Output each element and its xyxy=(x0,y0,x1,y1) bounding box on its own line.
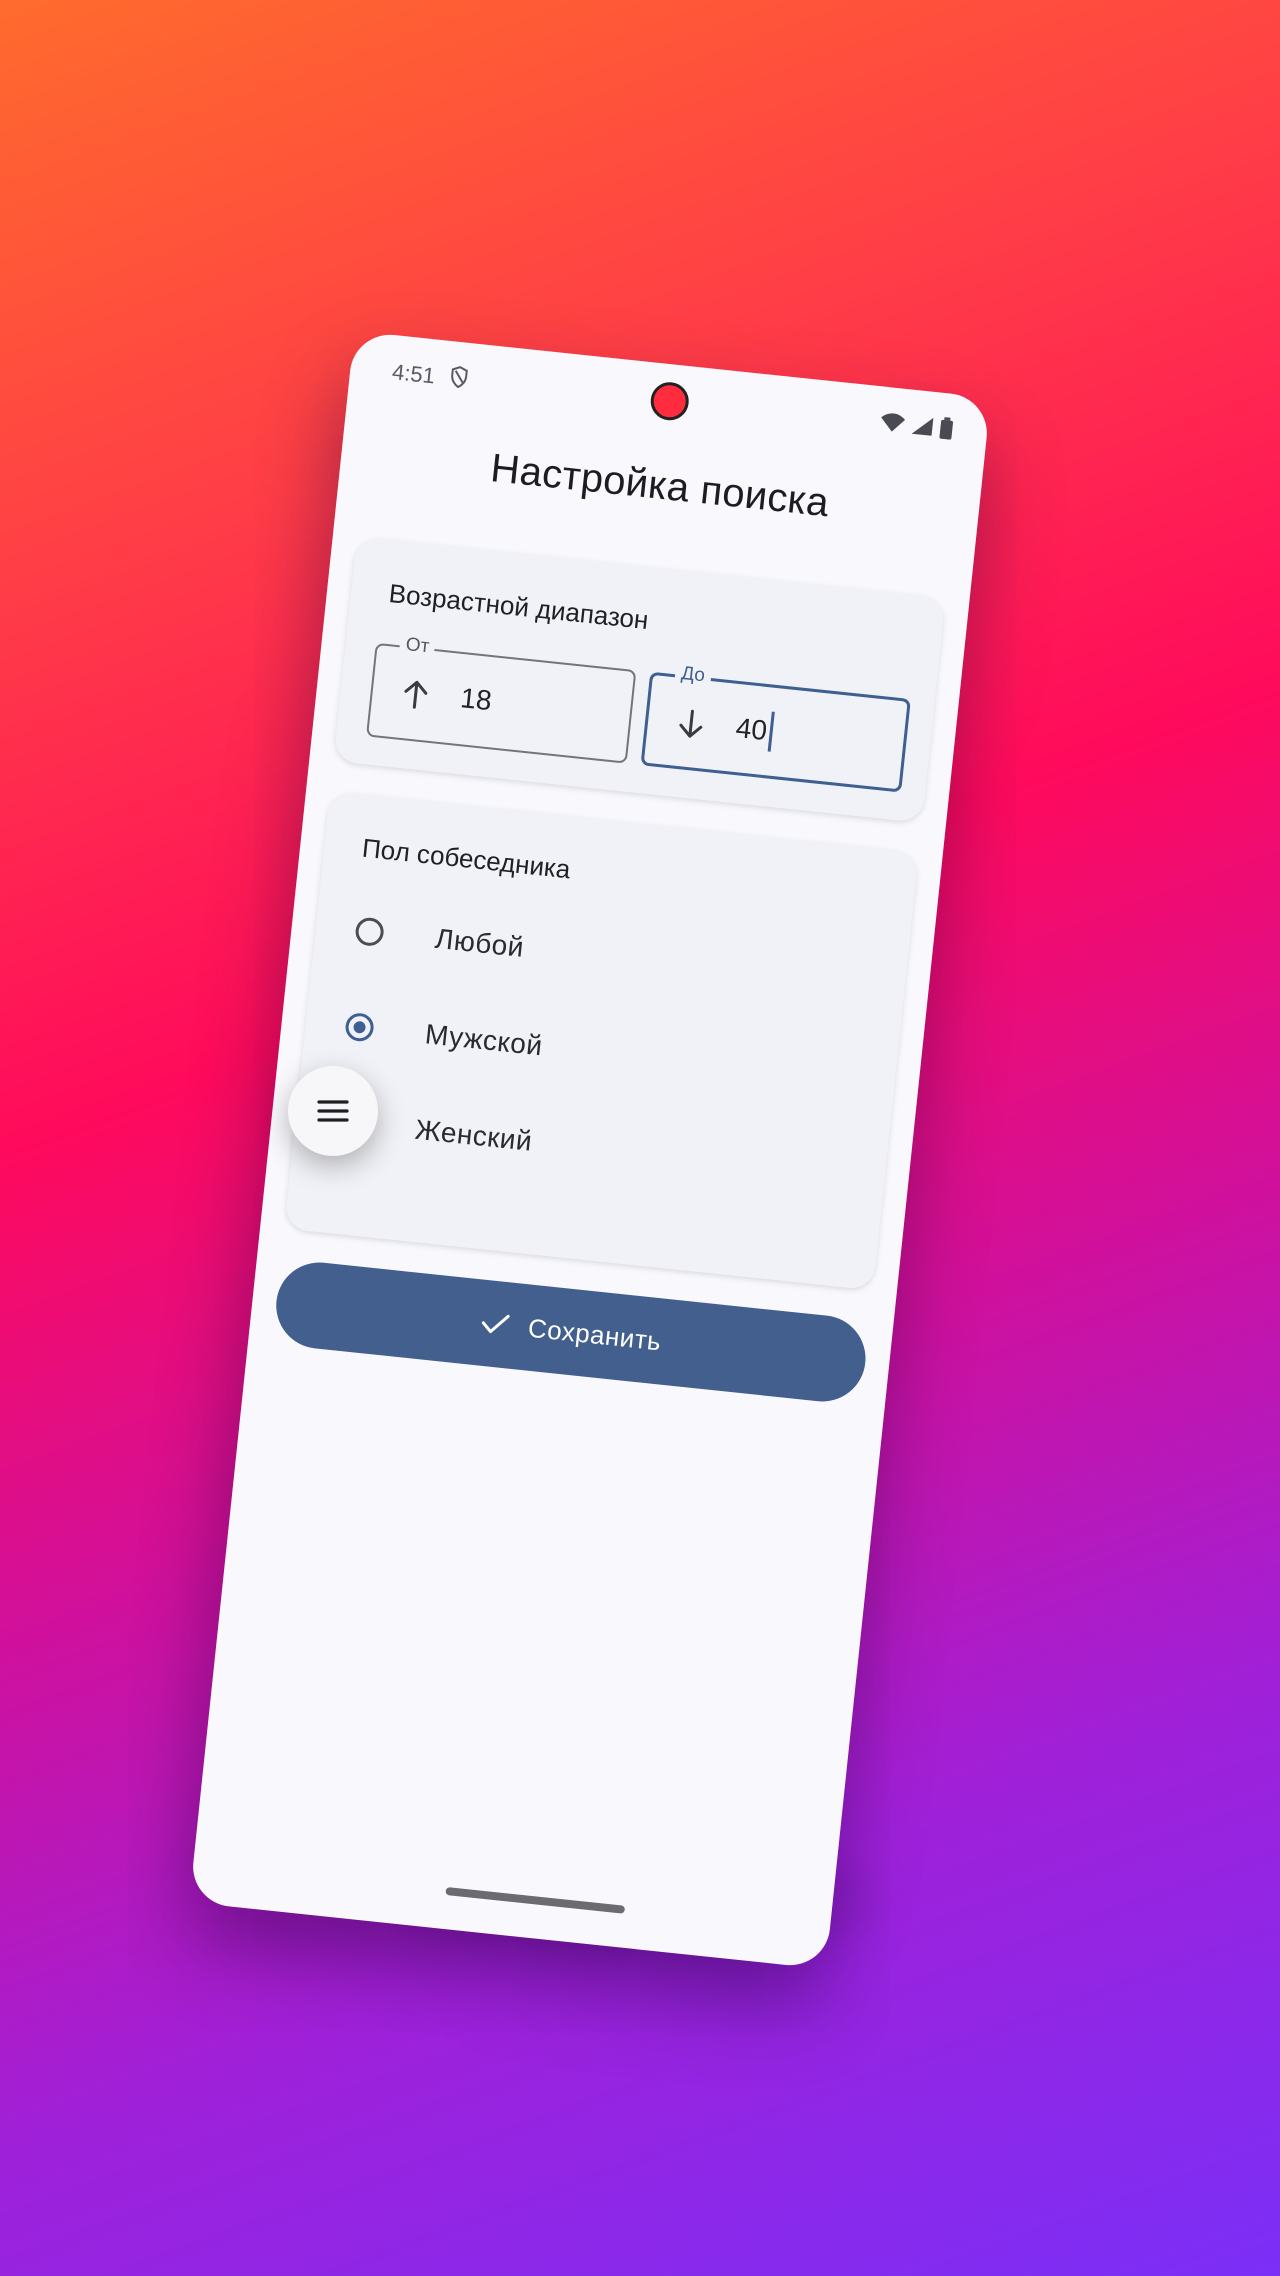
arrow-down-icon xyxy=(679,709,703,738)
signal-icon xyxy=(911,417,934,436)
age-from-field[interactable]: От xyxy=(366,633,637,764)
gender-option-male[interactable]: Мужской xyxy=(343,996,847,1108)
status-time: 4:51 xyxy=(390,359,437,389)
menu-icon xyxy=(317,1100,349,1122)
gender-option-any[interactable]: Любой xyxy=(353,900,857,1012)
gender-title: Пол собеседника xyxy=(360,832,572,885)
gender-card: Пол собеседника Любой Мужской Женский xyxy=(284,790,919,1291)
shield-icon xyxy=(451,366,468,389)
age-from-input[interactable] xyxy=(458,682,612,730)
radio-button-selected[interactable] xyxy=(344,1011,375,1043)
battery-icon xyxy=(939,417,953,440)
age-to-input[interactable] xyxy=(734,712,887,760)
age-to-field[interactable]: До xyxy=(640,662,911,793)
age-from-label: От xyxy=(398,633,437,659)
age-range-card: Возрастной диапазон От До xyxy=(333,536,946,823)
gender-option-female[interactable]: Женский xyxy=(332,1091,836,1203)
status-icons xyxy=(879,410,955,440)
gender-option-label: Любой xyxy=(433,922,526,963)
age-to-label: До xyxy=(674,662,712,688)
camera-cutout xyxy=(648,380,691,423)
phone-screen: 4:51 Настройка поиска Возрастной диапазо… xyxy=(189,330,991,1970)
save-button-label: Сохранить xyxy=(526,1312,663,1356)
arrow-up-icon xyxy=(404,680,428,709)
wifi-icon xyxy=(881,413,906,432)
age-range-title: Возрастной диапазон xyxy=(387,578,650,636)
floating-menu-button[interactable] xyxy=(288,1066,378,1156)
gender-option-label: Мужской xyxy=(423,1018,545,1062)
check-icon xyxy=(481,1314,510,1334)
home-indicator[interactable] xyxy=(445,1887,626,1914)
radio-button[interactable] xyxy=(354,916,385,948)
gender-option-label: Женский xyxy=(413,1113,534,1157)
